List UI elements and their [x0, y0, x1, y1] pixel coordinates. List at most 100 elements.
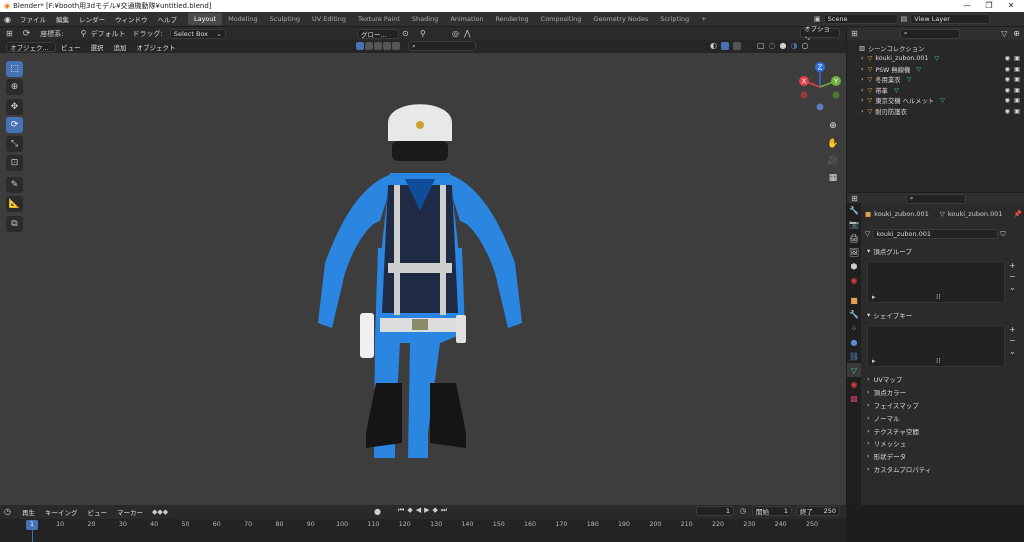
outliner-search-field[interactable]: ⌕ — [899, 28, 960, 39]
tab-texture-paint[interactable]: Texture Paint — [352, 13, 406, 25]
gizmo-toggle-icon[interactable] — [720, 41, 729, 50]
play-reverse-icon[interactable]: ◀ — [416, 506, 421, 515]
expand-arrow-icon[interactable]: › — [861, 87, 864, 94]
menu-object[interactable]: オブジェクト — [132, 42, 181, 52]
tab-compositing[interactable]: Compositing — [535, 13, 588, 25]
vertex-group-specials-icon[interactable]: ⌄ — [1009, 283, 1016, 292]
menu-view[interactable]: ビュー — [56, 42, 86, 52]
select-subtract-icon[interactable] — [374, 42, 382, 50]
tab-layout[interactable]: Layout — [187, 13, 223, 25]
tab-shading[interactable]: Shading — [406, 13, 444, 25]
menu-file[interactable]: ファイル — [15, 14, 51, 24]
proportional-edit-icon[interactable]: ◎ — [452, 29, 459, 38]
measure-tool[interactable]: 📐 — [6, 196, 23, 212]
add-vertex-group-button[interactable]: + — [1009, 261, 1016, 270]
tab-modeling[interactable]: Modeling — [222, 13, 264, 25]
add-shape-key-button[interactable]: + — [1009, 325, 1016, 334]
outliner-row[interactable]: › ▽ PSW 無線機 ▽ ◉ ▣ — [847, 64, 1024, 75]
close-button[interactable]: ✕ — [1000, 0, 1022, 12]
render-camera-icon[interactable]: ▣ — [1014, 66, 1020, 73]
custom-properties-panel-header[interactable]: › カスタムプロパティ — [847, 463, 1024, 476]
view-layer-field[interactable]: View Layer — [910, 14, 991, 24]
jump-start-icon[interactable]: ⏮ — [398, 506, 404, 515]
menu-select[interactable]: 選択 — [86, 42, 109, 52]
mesh-browse-icon[interactable]: ▽ — [865, 230, 870, 238]
orientation-value[interactable]: デフォルト — [86, 29, 129, 39]
render-camera-icon[interactable]: ▣ — [1014, 87, 1020, 94]
tab-animation[interactable]: Animation — [444, 13, 489, 25]
tab-geometry-nodes[interactable]: Geometry Nodes — [587, 13, 654, 25]
render-camera-icon[interactable]: ▣ — [1014, 55, 1020, 62]
end-frame-field[interactable]: 終了 250 — [796, 506, 840, 516]
tool-tab-icon[interactable]: 🔧 — [847, 203, 861, 217]
add-cube-tool[interactable]: ⧉ — [6, 216, 23, 232]
minimize-button[interactable]: — — [956, 0, 978, 12]
world-tab-icon[interactable]: ◉ — [847, 273, 861, 287]
properties-search-field[interactable]: ⌕ — [905, 193, 966, 204]
expand-arrow-icon[interactable]: › — [861, 76, 864, 83]
outliner-row[interactable]: › ▽ kouki_zubon.001 ▽ ◉ ▣ — [847, 54, 1024, 65]
shape-key-specials-icon[interactable]: ⌄ — [1009, 347, 1016, 356]
menu-edit[interactable]: 編集 — [51, 14, 74, 24]
render-camera-icon[interactable]: ▣ — [1014, 108, 1020, 115]
menu-render[interactable]: レンダー — [74, 14, 110, 24]
options-dropdown[interactable]: オプション — [800, 25, 840, 43]
list-filter-arrow-icon[interactable]: ▸ — [872, 357, 876, 365]
remove-shape-key-button[interactable]: − — [1009, 336, 1016, 345]
face-maps-panel-header[interactable]: › フェイスマップ — [847, 399, 1024, 412]
annotate-tool[interactable]: ✎ — [6, 177, 23, 193]
wireframe-shading-icon[interactable]: ◌ — [769, 41, 776, 50]
keyframe-icons[interactable]: ◆◆◆ — [152, 508, 168, 516]
expand-arrow-icon[interactable]: › — [861, 66, 864, 73]
scale-tool[interactable]: ⤡ — [6, 136, 23, 152]
cursor-tool[interactable]: ⊕ — [6, 79, 23, 95]
3d-viewport[interactable]: ⬚ ⊕ ✥ ⟳ ⤡ ⊡ ✎ 📐 ⧉ Z Y X ⊕ ✋ 🎥 ▦ — [0, 53, 846, 505]
properties-editor-icon[interactable]: ⊞ — [851, 194, 858, 203]
visibility-eye-icon[interactable]: ◉ — [1005, 55, 1011, 62]
uv-maps-panel-header[interactable]: › UVマップ — [847, 373, 1024, 386]
xray-icon[interactable]: ▢ — [757, 41, 765, 50]
start-frame-field[interactable]: 開始 1 — [752, 506, 792, 516]
rendered-shading-icon[interactable]: ○ — [802, 41, 809, 50]
list-resize-icon[interactable]: ⁞⁞ — [936, 357, 940, 365]
pivot-icon[interactable]: ⊙ — [402, 29, 409, 38]
falloff-icon[interactable]: ⋀ — [464, 29, 471, 38]
overlay-toggle-icon[interactable] — [732, 41, 741, 50]
scene-collection-row[interactable]: ▥ シーンコレクション — [847, 43, 1024, 54]
tab-rendering[interactable]: Rendering — [489, 13, 534, 25]
visibility-eye-icon[interactable]: ◉ — [1005, 108, 1011, 115]
remesh-panel-header[interactable]: › リメッシュ — [847, 437, 1024, 450]
object-tab-icon[interactable]: ■ — [847, 293, 861, 307]
transform-tool-icon[interactable]: ⟳ — [19, 29, 35, 39]
shape-keys-panel-header[interactable]: ▾ シェイプキー — [847, 309, 1024, 322]
maximize-button[interactable]: ❐ — [978, 0, 1000, 12]
outliner-row[interactable]: › ▽ 帯革 ▽ ◉ ▣ — [847, 85, 1024, 96]
remove-vertex-group-button[interactable]: − — [1009, 272, 1016, 281]
view-layer-icon[interactable]: ▤ — [901, 15, 908, 23]
transform-tool[interactable]: ⊡ — [6, 155, 23, 171]
jump-end-icon[interactable]: ⏭ — [441, 506, 447, 515]
vertex-colors-panel-header[interactable]: › 頂点カラー — [847, 386, 1024, 399]
menu-help[interactable]: ヘルプ — [152, 14, 182, 24]
filter-icon[interactable]: ▽ — [1001, 29, 1007, 38]
pin-icon[interactable]: 📌 — [1014, 210, 1022, 218]
normals-panel-header[interactable]: › ノーマル — [847, 411, 1024, 424]
navigation-gizmo[interactable]: Z Y X — [796, 59, 844, 115]
mesh-datablock-field[interactable]: kouki_zubon.001 — [872, 229, 999, 239]
new-collection-icon[interactable]: ⊕ — [1013, 29, 1020, 38]
scene-tab-icon[interactable]: ⬢ — [847, 259, 861, 273]
menu-timeline-view[interactable]: ビュー — [82, 507, 112, 517]
material-shading-icon[interactable]: ◑ — [791, 41, 798, 50]
outliner-row[interactable]: › ▽ 冬用業衣 ▽ ◉ ▣ — [847, 75, 1024, 86]
viewport-search-field[interactable]: ⌕ — [408, 41, 476, 51]
perspective-grid-icon[interactable]: ▦ — [826, 171, 840, 185]
expand-arrow-icon[interactable]: › — [861, 97, 864, 104]
menu-marker[interactable]: マーカー — [112, 507, 148, 517]
select-new-icon[interactable] — [356, 42, 364, 50]
prev-keyframe-icon[interactable]: ◆ — [407, 506, 412, 515]
blender-menu-icon[interactable]: ◉ — [0, 15, 15, 24]
select-intersect-icon[interactable] — [392, 42, 400, 50]
visibility-icon[interactable]: ◐ — [710, 41, 717, 50]
next-keyframe-icon[interactable]: ◆ — [432, 506, 437, 515]
play-icon[interactable]: ▶ — [424, 506, 429, 515]
